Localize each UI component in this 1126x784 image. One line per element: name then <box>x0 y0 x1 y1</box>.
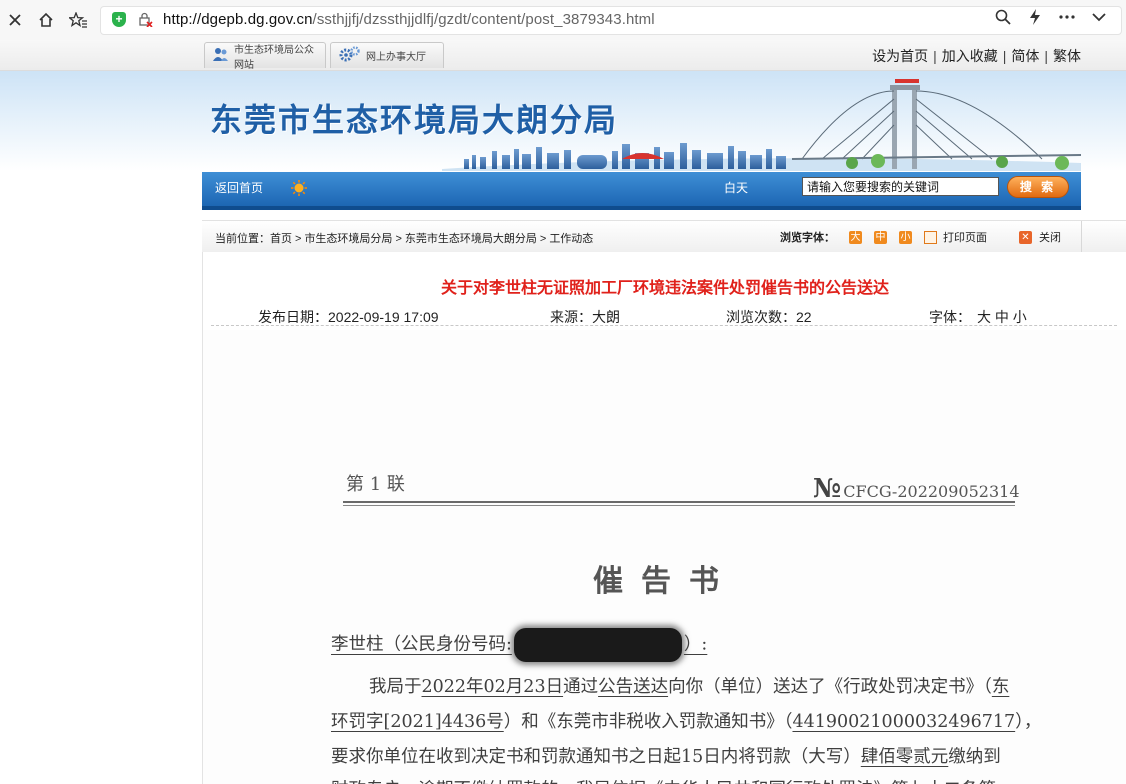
address-bar[interactable]: + http://dgepb.dg.gov.cn/ssthjjfj/dzssth… <box>100 6 1122 35</box>
line3-amount: 肆佰零贰元 <box>860 747 949 767</box>
breadcrumb: 当前位置：首页 > 市生态环境局分局 > 东莞市生态环境局大朗分局 > 工作动态 <box>215 230 593 246</box>
print-page-link[interactable]: 打印页面 <box>943 229 987 245</box>
line1-text-d: 东 <box>991 677 1010 697</box>
serial-number: CFCG-202209052314 <box>843 482 1020 501</box>
tab-online-service-label: 网上办事大厅 <box>366 52 426 63</box>
lightning-icon[interactable] <box>1024 6 1046 28</box>
scanned-notice-document: 第 1 联 № CFCG-202209052314 催告书 李世柱（公民身份号码:… <box>203 330 1126 784</box>
home-icon[interactable] <box>34 8 58 32</box>
font-size-label: 浏览字体： <box>780 232 835 244</box>
article-source: 来源：大朗 <box>550 309 620 325</box>
day-mode-toggle[interactable]: 白天 <box>724 179 748 196</box>
tab-public-portal[interactable]: 市生态环境局公众网站 <box>204 42 326 71</box>
document-line-3: 要求你单位在收到决定书和罚款通知书之日起15日内将罚款（大写）肆佰零贰元缴纳到 <box>331 743 1001 768</box>
article-font-options[interactable]: 大 中 小 <box>977 309 1027 325</box>
separator: | <box>933 48 937 64</box>
site-banner: 东莞市生态环境局大朗分局 <box>0 71 1126 171</box>
link-add-favorite[interactable]: 加入收藏 <box>942 48 998 64</box>
tab-public-portal-label: 市生态环境局公众网站 <box>234 44 314 71</box>
redaction-block <box>513 628 682 662</box>
line1-text-b: 通过 <box>563 677 599 697</box>
favorites-star-icon[interactable] <box>66 8 90 32</box>
url-path: /ssthjjfj/dzssthjjdlfj/gzdt/content/post… <box>312 11 655 28</box>
search-button[interactable]: 搜 索 <box>1007 176 1069 198</box>
banner-inner: 东莞市生态环境局大朗分局 <box>202 71 1081 171</box>
serial-no-mark: № <box>813 474 842 504</box>
document-line-2: 环罚字[2021]4436号）和《东莞市非税收入罚款通知书》（441900210… <box>331 708 1041 733</box>
breadcrumb-label: 当前位置： <box>215 233 270 245</box>
article-content: 关于对李世柱无证照加工厂环境违法案件处罚催告书的公告送达 发布日期：2022-0… <box>202 252 1126 784</box>
close-page-link[interactable]: 关闭 <box>1039 229 1061 245</box>
link-traditional[interactable]: 繁体 <box>1053 48 1081 64</box>
breadcrumb-bar: 当前位置：首页 > 市生态环境局分局 > 东莞市生态环境局大朗分局 > 工作动态 浏览字体：… <box>202 220 1126 253</box>
link-set-homepage[interactable]: 设为首页 <box>872 48 928 64</box>
recipient-prefix: 李世柱（公民身份号码: <box>331 634 512 655</box>
recipient-suffix: ）: <box>683 634 708 655</box>
document-recipient-line: 李世柱（公民身份号码: ）: <box>331 628 707 662</box>
link-simplified[interactable]: 简体 <box>1011 48 1039 64</box>
sun-icon <box>291 180 307 196</box>
document-rule <box>343 501 1015 503</box>
view-count: 浏览次数：22 <box>726 309 812 325</box>
breadcrumb-work-news[interactable]: 工作动态 <box>549 233 593 245</box>
document-serial: № CFCG-202209052314 <box>813 474 1020 504</box>
line2-notice-code: 441900210000324967​17 <box>792 712 1016 732</box>
font-medium-button[interactable]: 中 <box>874 230 887 244</box>
tab-online-service-hall[interactable]: 网上办事大厅 <box>330 42 444 68</box>
publish-date: 发布日期：2022-09-19 17:09 <box>258 309 439 325</box>
meta-divider <box>211 325 1117 326</box>
line1-text-a: 我局于 <box>369 677 422 697</box>
tracking-blocked-icon[interactable] <box>139 12 153 28</box>
line1-text-c: 向你（单位）送达了《行政处罚决定书》（ <box>668 677 992 697</box>
main-nav-bar: 返回首页 白天 搜 索 <box>202 172 1081 210</box>
more-options-icon[interactable] <box>1056 6 1078 28</box>
breadcrumb-sep: > <box>295 233 302 245</box>
line2-text-b: ）和《东莞市非税收入罚款通知书》（ <box>503 712 793 732</box>
people-icon <box>213 47 229 64</box>
find-in-page-icon[interactable] <box>992 6 1014 28</box>
top-links: 设为首页 | 加入收藏 | 简体 | 繁体 <box>872 46 1081 66</box>
site-title: 东莞市生态环境局大朗分局 <box>210 101 619 139</box>
line3-text-b: 缴纳到 <box>948 747 1001 767</box>
document-line-4: 财政专户，逾期不缴纳罚款的，我局依据《中华人民共和国行政处罚法》第七十二条第 <box>331 776 996 784</box>
breadcrumb-sep: > <box>539 233 547 245</box>
separator: | <box>1044 48 1048 64</box>
url-text[interactable]: http://dgepb.dg.gov.cn/ssthjjfj/dzssthjj… <box>163 11 655 28</box>
article-font-label: 字体： <box>929 309 971 325</box>
close-icon[interactable] <box>3 8 27 32</box>
line1-method: 公告送达 <box>598 677 669 697</box>
print-icon[interactable] <box>924 230 937 244</box>
document-heading: 催告书 <box>593 564 737 599</box>
breadcrumb-home[interactable]: 首页 <box>270 233 292 245</box>
url-host: http://dgepb.dg.gov.cn <box>163 11 313 28</box>
nav-home-link[interactable]: 返回首页 <box>215 179 263 196</box>
line1-date: 2022年02月23日 <box>421 677 564 697</box>
article-font-size: 字体： 大 中 小 <box>929 307 1027 327</box>
line3-text-a: 要求你单位在收到决定书和罚款通知书之日起15日内将罚款（大写） <box>331 747 861 767</box>
search-input[interactable] <box>802 177 999 196</box>
breadcrumb-bureau-branches[interactable]: 市生态环境局分局 <box>304 233 392 245</box>
breadcrumb-dalang-branch[interactable]: 东莞市生态环境局大朗分局 <box>405 233 537 245</box>
document-line-1: 我局于2022年02月23日通过公告送达向你（单位）送达了《行政处罚决定书》（东 <box>369 673 1009 698</box>
chevron-down-icon[interactable] <box>1088 6 1110 28</box>
article-title: 关于对李世柱无证照加工厂环境违法案件处罚催告书的公告送达 <box>440 278 889 297</box>
security-shield-icon[interactable]: + <box>112 12 126 27</box>
font-small-button[interactable]: 小 <box>899 230 912 244</box>
document-copy-label: 第 1 联 <box>346 474 405 495</box>
close-page-icon[interactable]: ✕ <box>1019 230 1032 244</box>
browser-toolbar: + http://dgepb.dg.gov.cn/ssthjjfj/dzssth… <box>0 0 1126 41</box>
site-top-strip: 市生态环境局公众网站 网上办事大厅 设为首页 | 加入收藏 | 简体 | 繁体 <box>0 40 1126 71</box>
document-rule-thin <box>343 505 1015 506</box>
separator: | <box>1002 48 1007 64</box>
font-large-button[interactable]: 大 <box>849 230 862 244</box>
breadcrumb-sep: > <box>395 233 402 245</box>
font-tools: 浏览字体： 大 中 小 打印页面 ✕ 关闭 <box>780 229 1061 245</box>
line2-text-c: ）， <box>1015 712 1042 732</box>
line2-case-no: 环罚字[2021]4436号 <box>331 712 504 732</box>
gear-icon <box>339 46 361 65</box>
